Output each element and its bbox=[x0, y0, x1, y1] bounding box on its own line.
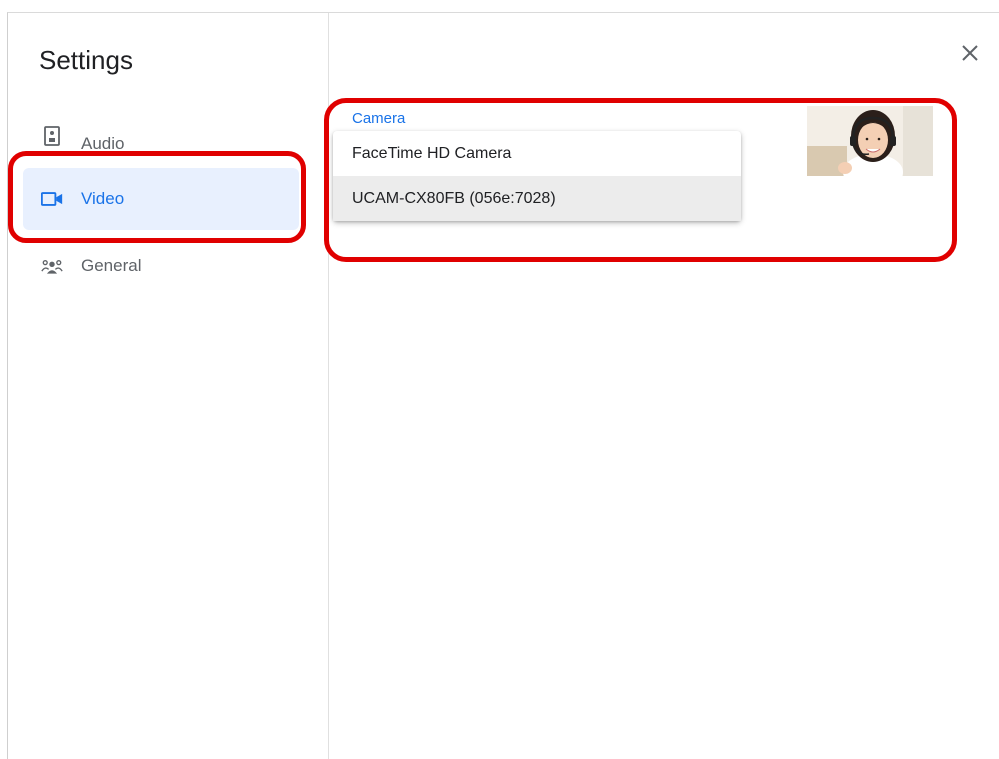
camera-dropdown-menu[interactable]: FaceTime HD Camera UCAM-CX80FB (056e:702… bbox=[333, 131, 741, 221]
sidebar-item-video[interactable]: Video bbox=[23, 168, 299, 230]
video-camera-icon bbox=[41, 188, 63, 210]
sidebar-item-label: Audio bbox=[81, 134, 125, 153]
sidebar-item-general[interactable]: General bbox=[23, 235, 299, 297]
sidebar-item-audio[interactable]: Audio bbox=[23, 111, 299, 161]
people-gear-icon bbox=[41, 255, 63, 277]
camera-preview bbox=[807, 106, 933, 176]
camera-label: Camera bbox=[352, 110, 406, 127]
settings-sidebar: Settings Audio Video General bbox=[8, 13, 329, 759]
settings-title: Settings bbox=[39, 45, 133, 75]
camera-option-facetime[interactable]: FaceTime HD Camera bbox=[333, 131, 741, 176]
speaker-icon bbox=[41, 125, 63, 147]
camera-preview-image bbox=[807, 106, 933, 176]
close-button[interactable] bbox=[958, 43, 982, 67]
close-icon bbox=[961, 44, 979, 67]
sidebar-item-label: General bbox=[81, 256, 142, 275]
sidebar-item-label: Video bbox=[81, 189, 125, 208]
camera-option-ucam[interactable]: UCAM-CX80FB (056e:7028) bbox=[333, 176, 741, 221]
